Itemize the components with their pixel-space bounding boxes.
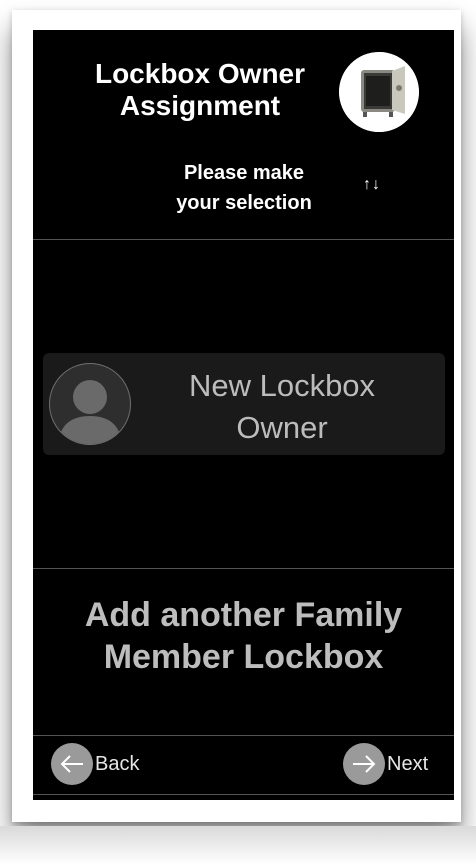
divider <box>33 568 454 569</box>
arrow-left-icon <box>51 743 93 785</box>
header: Lockbox Owner Assignment Please make you… <box>33 30 454 239</box>
divider <box>33 794 454 795</box>
sort-icon[interactable]: ↑↓ <box>363 176 381 194</box>
back-label: Back <box>95 752 140 775</box>
back-button[interactable]: Back <box>51 742 139 786</box>
bottom-shade <box>0 826 476 865</box>
app-screen: Lockbox Owner Assignment Please make you… <box>33 30 454 800</box>
selection-prompt: Please make your selection <box>176 162 312 214</box>
new-owner-option[interactable]: New Lockbox Owner <box>43 353 445 455</box>
add-family-member-button[interactable]: Add another Family Member Lockbox <box>33 594 454 678</box>
next-label: Next <box>387 752 429 775</box>
divider <box>33 239 454 240</box>
avatar-icon <box>49 363 131 445</box>
owner-option-label: New Lockbox Owner <box>188 368 376 445</box>
safe-icon <box>339 52 419 132</box>
divider <box>33 735 454 736</box>
arrow-right-icon <box>343 743 385 785</box>
next-button[interactable]: Next <box>343 742 428 786</box>
page-title: Lockbox Owner Assignment <box>94 58 306 121</box>
